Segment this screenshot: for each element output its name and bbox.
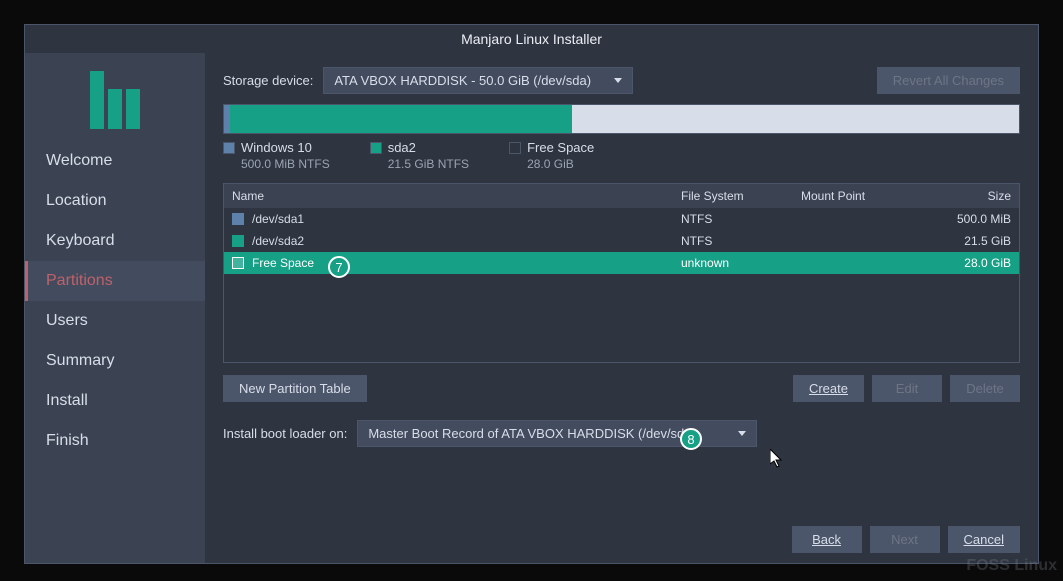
edit-button[interactable]: Edit <box>872 375 942 402</box>
storage-device-dropdown[interactable]: ATA VBOX HARDDISK - 50.0 GiB (/dev/sda) <box>323 67 633 94</box>
sidebar: Welcome Location Keyboard Partitions Use… <box>25 53 205 563</box>
revert-button[interactable]: Revert All Changes <box>877 67 1020 94</box>
legend-item: sda2 21.5 GiB NTFS <box>370 140 469 171</box>
sidebar-item-keyboard[interactable]: Keyboard <box>25 221 205 261</box>
legend-item: Windows 10 500.0 MiB NTFS <box>223 140 330 171</box>
row-fs: unknown <box>681 256 801 270</box>
row-name: /dev/sda2 <box>252 234 304 248</box>
col-mount: Mount Point <box>801 189 921 203</box>
table-row[interactable]: /dev/sda1 NTFS 500.0 MiB <box>224 208 1019 230</box>
sidebar-item-partitions[interactable]: Partitions <box>25 261 205 301</box>
row-swatch-icon <box>232 235 244 247</box>
bootloader-label: Install boot loader on: <box>223 426 347 441</box>
bootloader-dropdown[interactable]: Master Boot Record of ATA VBOX HARDDISK … <box>357 420 757 447</box>
table-row[interactable]: /dev/sda2 NTFS 21.5 GiB <box>224 230 1019 252</box>
legend-sub: 21.5 GiB NTFS <box>388 157 469 171</box>
sidebar-item-finish[interactable]: Finish <box>25 421 205 461</box>
watermark: FOSS Linux <box>966 557 1057 575</box>
partition-actions: New Partition Table Create Edit Delete <box>223 375 1020 402</box>
bootloader-value: Master Boot Record of ATA VBOX HARDDISK … <box>368 426 696 441</box>
chevron-down-icon <box>738 431 746 436</box>
delete-button[interactable]: Delete <box>950 375 1020 402</box>
swatch-icon <box>223 142 235 154</box>
window-body: Welcome Location Keyboard Partitions Use… <box>25 53 1038 563</box>
table-header: Name File System Mount Point Size <box>224 184 1019 208</box>
col-fs: File System <box>681 189 801 203</box>
sidebar-item-summary[interactable]: Summary <box>25 341 205 381</box>
row-fs: NTFS <box>681 212 801 226</box>
disk-usage-bar <box>223 104 1020 134</box>
row-size: 21.5 GiB <box>921 234 1011 248</box>
legend-name: sda2 <box>388 140 416 155</box>
cancel-button[interactable]: Cancel <box>948 526 1020 553</box>
storage-device-value: ATA VBOX HARDDISK - 50.0 GiB (/dev/sda) <box>334 73 591 88</box>
row-fs: NTFS <box>681 234 801 248</box>
swatch-icon <box>370 142 382 154</box>
row-name: /dev/sda1 <box>252 212 304 226</box>
partition-table: Name File System Mount Point Size /dev/s… <box>223 183 1020 363</box>
col-size: Size <box>921 189 1011 203</box>
storage-row: Storage device: ATA VBOX HARDDISK - 50.0… <box>223 67 1020 94</box>
disk-legend: Windows 10 500.0 MiB NTFS sda2 21.5 GiB … <box>223 140 1020 171</box>
chevron-down-icon <box>614 78 622 83</box>
manjaro-logo <box>85 69 145 129</box>
disk-segment-free <box>572 105 1019 133</box>
table-row[interactable]: Free Space unknown 28.0 GiB <box>224 252 1019 274</box>
disk-segment-sda2 <box>230 105 572 133</box>
row-swatch-icon <box>232 257 244 269</box>
legend-sub: 500.0 MiB NTFS <box>241 157 330 171</box>
legend-item: Free Space 28.0 GiB <box>509 140 594 171</box>
window-title: Manjaro Linux Installer <box>25 25 1038 53</box>
legend-name: Free Space <box>527 140 594 155</box>
sidebar-item-welcome[interactable]: Welcome <box>25 141 205 181</box>
footer-buttons: Back Next Cancel <box>223 516 1020 553</box>
row-size: 28.0 GiB <box>921 256 1011 270</box>
bootloader-row: Install boot loader on: Master Boot Reco… <box>223 420 1020 447</box>
new-partition-table-button[interactable]: New Partition Table <box>223 375 367 402</box>
col-name: Name <box>232 189 681 203</box>
row-size: 500.0 MiB <box>921 212 1011 226</box>
legend-sub: 28.0 GiB <box>527 157 594 171</box>
main-panel: Storage device: ATA VBOX HARDDISK - 50.0… <box>205 53 1038 563</box>
row-swatch-icon <box>232 213 244 225</box>
back-button[interactable]: Back <box>792 526 862 553</box>
sidebar-item-location[interactable]: Location <box>25 181 205 221</box>
storage-label: Storage device: <box>223 73 313 88</box>
row-name: Free Space <box>252 256 314 270</box>
legend-name: Windows 10 <box>241 140 312 155</box>
next-button[interactable]: Next <box>870 526 940 553</box>
sidebar-item-users[interactable]: Users <box>25 301 205 341</box>
create-button[interactable]: Create <box>793 375 864 402</box>
swatch-icon <box>509 142 521 154</box>
sidebar-item-install[interactable]: Install <box>25 381 205 421</box>
installer-window: Manjaro Linux Installer Welcome Location… <box>24 24 1039 564</box>
